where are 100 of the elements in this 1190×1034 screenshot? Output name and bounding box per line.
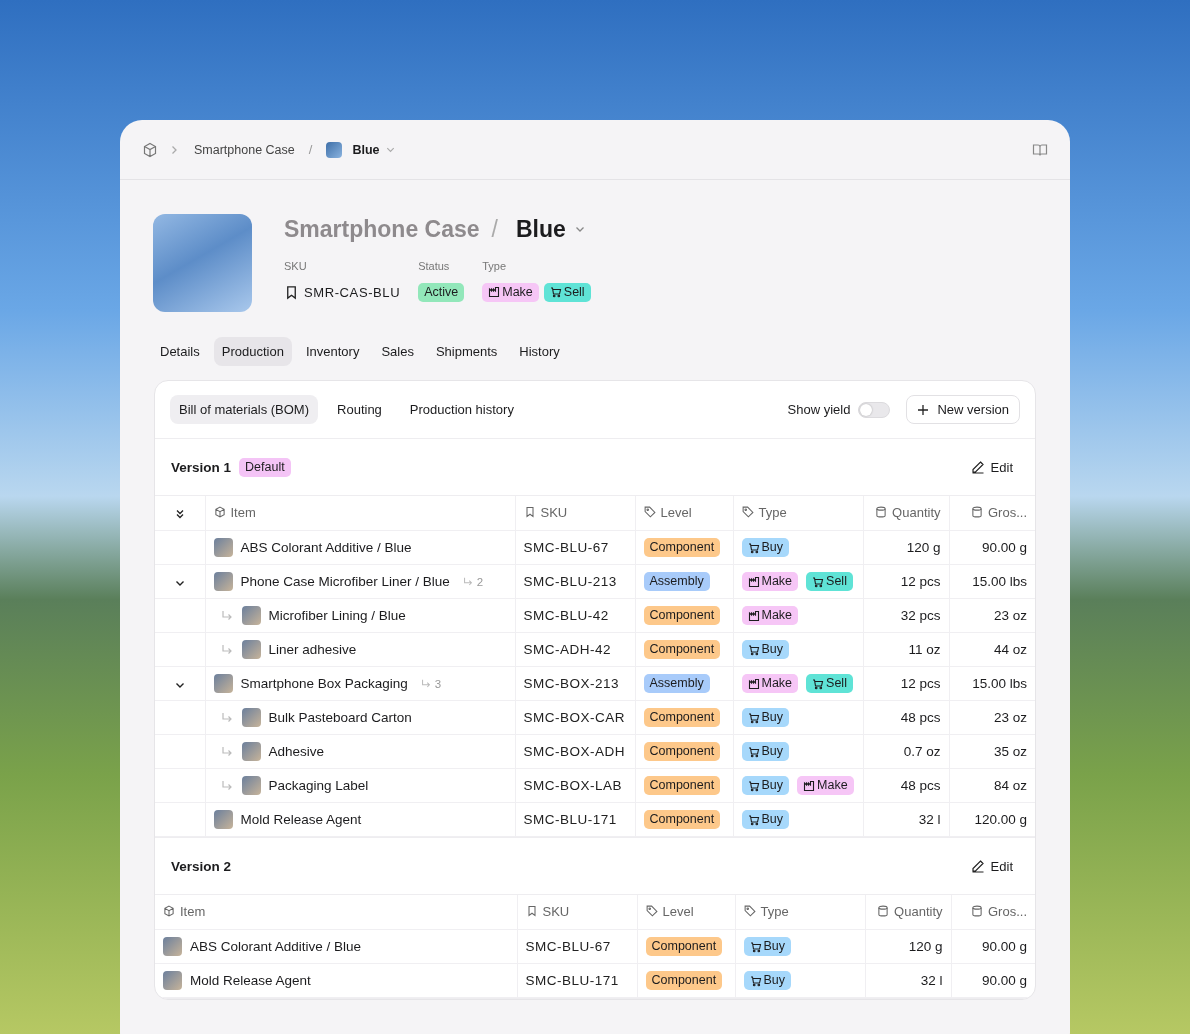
cube-icon	[142, 141, 158, 158]
item-name[interactable]: Smartphone Box Packaging	[240, 676, 408, 691]
toggle-label: Show yield	[787, 402, 851, 417]
buy-badge: Buy	[741, 708, 790, 727]
sku-cell: SMC-BLU-171	[523, 812, 617, 827]
edit-button[interactable]: Edit	[964, 455, 1019, 479]
column-header[interactable]: Level	[637, 895, 735, 930]
tab[interactable]: Sales	[373, 337, 422, 366]
gross-cell: 90.00 g	[981, 939, 1027, 954]
gross-cell: 120.00 g	[974, 812, 1027, 827]
level-badge: Assembly	[643, 674, 710, 693]
subtab[interactable]: Production history	[400, 395, 523, 424]
photo-placeholder	[213, 538, 233, 557]
cylinder-icon	[875, 506, 888, 519]
child-arrow-icon	[419, 677, 432, 690]
photo-placeholder	[241, 606, 261, 625]
edit-button[interactable]: Edit	[964, 854, 1019, 878]
bookmark-icon	[523, 506, 536, 519]
column-header[interactable]: Quantity	[865, 895, 951, 930]
photo-placeholder	[241, 776, 261, 795]
column-header[interactable]: SKU	[517, 895, 637, 930]
tab[interactable]: Inventory	[297, 337, 368, 366]
column-header[interactable]: Item	[155, 895, 517, 930]
item-name[interactable]: Liner adhesive	[268, 642, 357, 657]
child-arrow-icon	[461, 575, 474, 588]
level-badge: Component	[645, 937, 723, 956]
item-name[interactable]: Mold Release Agent	[190, 973, 311, 988]
quantity-cell: 120 g	[906, 540, 941, 555]
tag-icon	[643, 506, 656, 519]
level-badge: Component	[643, 742, 721, 761]
photo-placeholder	[241, 640, 261, 659]
quantity-cell: 11 oz	[908, 642, 941, 657]
quantity-cell: 48 pcs	[900, 710, 941, 725]
item-name[interactable]: Adhesive	[268, 744, 325, 759]
column-header[interactable]: Type	[733, 496, 863, 531]
subtab[interactable]: Bill of materials (BOM)	[170, 395, 319, 424]
cube-icon	[213, 506, 226, 519]
quantity-cell: 12 pcs	[900, 676, 941, 691]
cylinder-icon	[877, 905, 890, 918]
variant-dropdown[interactable]: Blue	[515, 215, 586, 243]
buy-badge: Buy	[741, 742, 790, 761]
sku-cell: SMC-BLU-67	[523, 540, 609, 555]
quantity-cell: 0.7 oz	[903, 744, 941, 759]
title-separator: /	[491, 215, 498, 243]
variant-dropdown[interactable]: Blue	[352, 142, 397, 157]
status-badge: Active	[418, 282, 465, 302]
buy-badge: Buy	[741, 810, 790, 829]
buy-badge: Buy	[741, 538, 790, 557]
item-name[interactable]: Microfiber Lining / Blue	[268, 608, 406, 623]
field-label: Status	[418, 260, 451, 272]
version-title: Version 2	[171, 858, 232, 874]
make-badge: Make	[741, 606, 799, 625]
quantity-cell: 120 g	[908, 939, 943, 954]
cylinder-icon	[971, 905, 983, 918]
tab[interactable]: Details	[152, 337, 208, 366]
item-name[interactable]: ABS Colorant Additive / Blue	[190, 939, 362, 954]
column-header[interactable]: Level	[635, 496, 733, 531]
level-badge: Component	[645, 971, 723, 990]
child-count: 3	[434, 677, 442, 690]
photo-placeholder	[326, 141, 343, 158]
sku-cell: SMC-BOX-LAB	[523, 778, 623, 793]
yield-toggle[interactable]	[858, 401, 891, 418]
sku-cell: SMC-BLU-42	[523, 608, 609, 623]
tab[interactable]: Shipments	[427, 337, 506, 366]
column-header[interactable]: Gros...	[951, 895, 1035, 930]
gross-cell: 44 oz	[993, 642, 1027, 657]
tab[interactable]: Production	[213, 337, 292, 366]
column-header[interactable]: SKU	[515, 496, 635, 531]
pencil-icon	[970, 859, 985, 873]
book-icon[interactable]	[1032, 141, 1048, 158]
sku-value: SMR-CAS-BLU	[304, 284, 401, 300]
gross-cell: 23 oz	[993, 608, 1027, 623]
column-header[interactable]: Type	[735, 895, 865, 930]
column-header[interactable]: Gros...	[949, 496, 1035, 531]
gross-cell: 90.00 g	[981, 540, 1027, 555]
buy-badge: Buy	[743, 971, 792, 990]
item-name[interactable]: Bulk Pasteboard Carton	[268, 710, 412, 725]
new-version-button[interactable]: New version	[906, 395, 1020, 424]
subtab[interactable]: Routing	[328, 395, 391, 424]
item-name[interactable]: Packaging Label	[268, 778, 369, 793]
sku-cell: SMC-BLU-213	[523, 574, 617, 589]
level-badge: Component	[643, 708, 721, 727]
sku-cell: SMC-BOX-213	[523, 676, 620, 691]
photo-placeholder	[163, 937, 182, 956]
level-badge: Assembly	[643, 572, 710, 591]
item-name[interactable]: ABS Colorant Additive / Blue	[240, 540, 412, 555]
photo-placeholder	[213, 810, 233, 829]
column-header[interactable]: Quantity	[863, 496, 949, 531]
item-name[interactable]: Phone Case Microfiber Liner / Blue	[240, 574, 450, 589]
gross-cell: 23 oz	[993, 710, 1027, 725]
column-header[interactable]: Item	[205, 496, 515, 531]
photo-placeholder	[213, 674, 233, 693]
breadcrumb-link[interactable]: Smartphone Case	[194, 142, 295, 157]
default-badge: Default	[239, 457, 291, 477]
tab[interactable]: History	[511, 337, 568, 366]
buy-badge: Buy	[743, 937, 792, 956]
photo-placeholder	[163, 971, 182, 990]
level-badge: Component	[643, 776, 721, 795]
item-name[interactable]: Mold Release Agent	[240, 812, 362, 827]
gross-cell: 35 oz	[993, 744, 1027, 759]
